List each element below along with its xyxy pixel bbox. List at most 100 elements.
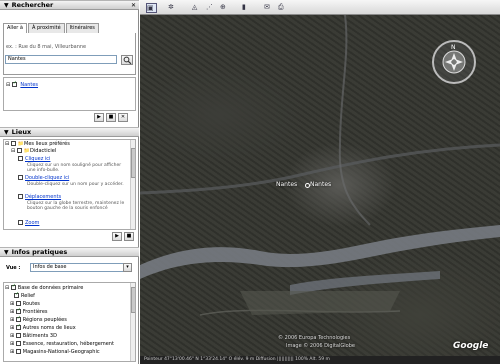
place-link[interactable]: Double-cliquez ici — [25, 175, 69, 181]
layer-label: Autres noms de lieux — [22, 325, 76, 331]
layer-label: Frontières — [22, 309, 48, 315]
close-icon[interactable]: ✕ — [131, 1, 136, 10]
email-icon: ✉ — [264, 3, 270, 11]
layer-item[interactable]: ⊞ Routes — [10, 301, 40, 307]
tree-folder-label: Didacticiel — [30, 148, 57, 154]
search-result-item[interactable]: ⊟ Nantes — [6, 80, 38, 88]
compass-ring-icon: N — [442, 44, 466, 74]
tab-directions[interactable]: Itinéraires — [65, 23, 99, 33]
places-panel-header[interactable]: ▼ Lieux — [0, 127, 139, 137]
layer-checkbox[interactable] — [15, 333, 21, 338]
search-button[interactable] — [121, 55, 133, 65]
layer-item[interactable]: ⊞ Bâtiments 3D — [10, 333, 57, 339]
email-button[interactable]: ✉ — [264, 3, 270, 13]
polygon-icon: ◬ — [192, 3, 198, 11]
place-link[interactable]: Zoom — [25, 220, 39, 226]
layer-item[interactable]: ⊞ Frontières — [10, 307, 48, 315]
place-desc: Double-cliquez sur un nom pour y accéder… — [27, 182, 124, 187]
place-item[interactable]: Déplacements — [18, 194, 61, 200]
stop-button[interactable]: ■ — [106, 113, 116, 122]
layer-label: Régions peuplées — [22, 317, 67, 323]
navigation-compass[interactable]: N — [432, 40, 476, 84]
google-earth-window: ▼ Rechercher ✕ Aller à À proximité Itinér… — [0, 0, 500, 364]
layer-checkbox[interactable] — [15, 315, 21, 322]
ruler-button[interactable]: ▮ — [242, 3, 246, 13]
layer-label: Bâtiments 3D — [22, 333, 57, 339]
clear-button[interactable]: ✕ — [118, 113, 128, 122]
layer-checkbox[interactable] — [15, 349, 21, 354]
place-item[interactable]: Cliquez ici — [18, 156, 50, 162]
place-checkbox[interactable] — [18, 220, 23, 225]
copyright-text: © 2006 Europa Technologies — [278, 335, 351, 341]
copyright-text: Image © 2006 DigitalGlobe — [286, 343, 355, 349]
sidebar-toggle-button[interactable]: ▣ — [146, 3, 157, 13]
search-icon — [123, 56, 131, 65]
search-hint: ex. : Rue du 8 mai, Villeurbanne — [6, 44, 87, 50]
tab-go-to[interactable]: Aller à — [3, 23, 27, 33]
place-link[interactable]: Cliquez ici — [25, 156, 50, 162]
place-checkbox[interactable] — [18, 156, 23, 161]
place-checkbox[interactable] — [18, 175, 23, 180]
add-placemark-button[interactable]: ✲ — [168, 3, 174, 13]
add-path-button[interactable]: ⋰ — [206, 3, 213, 13]
add-polygon-button[interactable]: ◬ — [192, 3, 197, 13]
google-logo: Google — [453, 341, 489, 351]
view-select[interactable]: Infos de base — [30, 263, 124, 272]
layer-item[interactable]: ⊞ Autres noms de lieux — [10, 323, 76, 331]
layer-label: Routes — [22, 301, 40, 307]
collapse-triangle-icon: ▼ — [4, 249, 9, 256]
tree-folder[interactable]: ⊟ 📁Didacticiel — [11, 148, 56, 154]
result-checkbox[interactable] — [11, 80, 17, 87]
sidebar-icon: ▣ — [147, 4, 154, 12]
status-bar: Pointeur 47°13'00.46" N 1°33'24.14" O él… — [140, 356, 500, 364]
city-label[interactable]: Nantes — [276, 181, 297, 188]
folder-checkbox[interactable] — [16, 148, 22, 153]
layer-checkbox[interactable] — [15, 323, 21, 330]
collapse-triangle-icon: ▼ — [4, 129, 9, 136]
layers-scrollbar[interactable] — [130, 283, 135, 361]
city-label[interactable]: Nantes — [310, 181, 331, 188]
tree-root[interactable]: ⊟ 📁Mes lieux préférés — [5, 141, 70, 147]
places-stop-button[interactable]: ■ — [124, 232, 134, 241]
view-dropdown-button[interactable]: ▾ — [123, 263, 132, 272]
layer-checkbox[interactable] — [14, 291, 19, 298]
place-desc: Cliquez sur un nom souligné pour affiche… — [27, 163, 122, 173]
path-icon: ⋰ — [206, 3, 213, 11]
layer-checkbox[interactable] — [15, 301, 21, 306]
places-play-button[interactable]: ▶ — [112, 232, 122, 241]
layer-label: Relief — [21, 293, 35, 299]
chevron-down-icon: ▾ — [126, 264, 129, 270]
place-item[interactable]: Zoom — [18, 220, 39, 226]
place-checkbox[interactable] — [18, 194, 23, 199]
ruler-icon: ▮ — [242, 3, 246, 11]
search-input[interactable]: Nantes — [5, 55, 117, 64]
tree-root-label: Mes lieux préférés — [24, 141, 70, 147]
search-result-label[interactable]: Nantes — [20, 82, 38, 88]
main-road — [338, 15, 371, 226]
layer-checkbox[interactable] — [10, 283, 16, 290]
layers-panel-header[interactable]: ▼ Infos pratiques — [0, 247, 139, 257]
search-panel-header[interactable]: ▼ Rechercher ✕ — [0, 0, 139, 10]
places-scrollbar[interactable] — [130, 140, 135, 229]
sidebar: ▼ Rechercher ✕ Aller à À proximité Itinér… — [0, 0, 139, 364]
place-link[interactable]: Déplacements — [25, 194, 61, 200]
search-tabs: Aller à À proximité Itinéraires — [3, 23, 100, 33]
layer-item[interactable]: Relief — [14, 291, 35, 299]
layer-item[interactable]: ⊞ Essence, restauration, hébergement — [10, 341, 114, 347]
add-overlay-button[interactable]: ⊕ — [220, 3, 226, 13]
view-label: Vue : — [6, 265, 21, 271]
island-industrial — [240, 291, 400, 315]
layer-label: Essence, restauration, hébergement — [22, 341, 114, 347]
root-checkbox[interactable] — [10, 141, 16, 146]
print-button[interactable]: ⎙ — [278, 3, 284, 13]
tree-expand-icon: ⊟ — [6, 82, 11, 88]
play-button[interactable]: ▶ — [94, 113, 104, 122]
layer-checkbox[interactable] — [15, 307, 21, 314]
place-item[interactable]: Double-cliquez ici — [18, 175, 69, 181]
layer-item[interactable]: ⊞ Magasins-National-Geographic — [10, 349, 100, 355]
placemark-icon[interactable] — [305, 183, 310, 188]
toolbar: ▣ ✲ ◬ ⋰ ⊕ ▮ ✉ ⎙ — [140, 0, 500, 15]
layer-checkbox[interactable] — [15, 341, 21, 346]
tab-nearby[interactable]: À proximité — [27, 23, 65, 33]
layer-label: Base de données primaire — [17, 285, 84, 291]
